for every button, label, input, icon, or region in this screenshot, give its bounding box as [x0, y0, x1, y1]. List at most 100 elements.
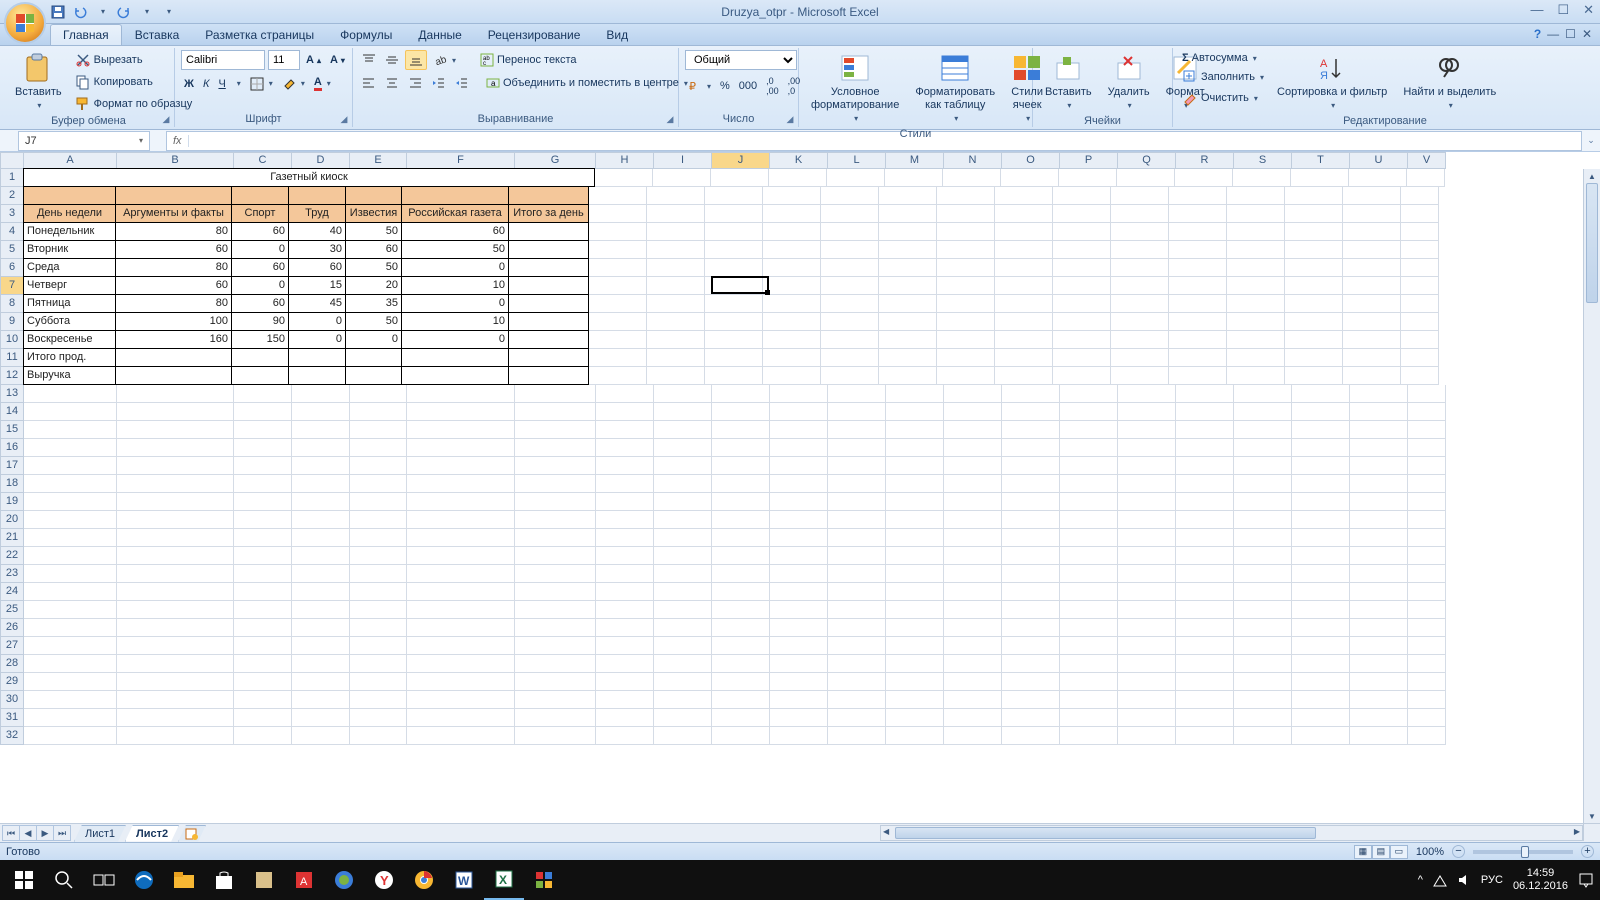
tab-Вставка[interactable]: Вставка [122, 24, 193, 45]
cell[interactable] [345, 348, 402, 367]
cell[interactable]: Воскресенье [23, 330, 116, 349]
adobe-reader-icon[interactable]: A [284, 860, 324, 900]
cell[interactable] [770, 601, 828, 619]
cell[interactable] [231, 186, 289, 205]
cell[interactable] [654, 727, 712, 745]
cell[interactable] [944, 547, 1002, 565]
row-header-18[interactable]: 18 [0, 475, 24, 493]
cell[interactable] [117, 655, 234, 673]
cell[interactable] [515, 547, 596, 565]
cell[interactable] [350, 565, 407, 583]
cell[interactable] [937, 187, 995, 205]
cell[interactable] [407, 637, 515, 655]
cell[interactable] [292, 547, 350, 565]
cell[interactable] [1408, 673, 1446, 691]
cell[interactable] [1002, 403, 1060, 421]
vscroll-thumb[interactable] [1586, 183, 1598, 303]
cell[interactable] [770, 637, 828, 655]
cell[interactable]: 10 [401, 276, 509, 295]
cell[interactable] [828, 493, 886, 511]
cell[interactable] [1118, 457, 1176, 475]
cell[interactable] [1176, 637, 1234, 655]
cell[interactable] [234, 511, 292, 529]
cell[interactable] [712, 709, 770, 727]
cell[interactable] [231, 348, 289, 367]
cell[interactable]: День недели [23, 204, 116, 223]
cell[interactable] [1292, 529, 1350, 547]
col-header-S[interactable]: S [1234, 152, 1292, 169]
cell[interactable] [115, 366, 232, 385]
font-color-button[interactable]: A [311, 74, 334, 93]
cell[interactable] [770, 691, 828, 709]
cell[interactable] [937, 349, 995, 367]
cell[interactable] [705, 241, 763, 259]
horizontal-scrollbar[interactable]: ◀ ▶ [880, 825, 1583, 841]
tray-clock[interactable]: 14:59 06.12.2016 [1513, 867, 1568, 893]
col-header-M[interactable]: M [886, 152, 944, 169]
cell[interactable] [1176, 655, 1234, 673]
store-icon[interactable] [204, 860, 244, 900]
col-header-A[interactable]: A [24, 152, 117, 169]
cell[interactable] [943, 169, 1001, 187]
cell[interactable] [1292, 493, 1350, 511]
italic-button[interactable]: К [200, 76, 212, 92]
new-sheet-button[interactable] [178, 825, 206, 842]
cell[interactable] [350, 403, 407, 421]
cell[interactable] [1285, 331, 1343, 349]
tray-language[interactable]: РУС [1481, 874, 1503, 886]
cell[interactable] [1118, 439, 1176, 457]
cell[interactable] [407, 457, 515, 475]
cell[interactable] [24, 475, 117, 493]
cell[interactable]: 0 [288, 312, 346, 331]
cell[interactable] [1343, 367, 1401, 385]
cell[interactable] [1234, 601, 1292, 619]
cell[interactable] [292, 583, 350, 601]
cell[interactable] [827, 169, 885, 187]
cell[interactable] [292, 529, 350, 547]
cell[interactable] [944, 637, 1002, 655]
cell[interactable] [1343, 331, 1401, 349]
cell[interactable] [1118, 529, 1176, 547]
cell[interactable]: Среда [23, 258, 116, 277]
clear-button[interactable]: Очистить [1179, 88, 1267, 108]
cell[interactable]: 80 [115, 222, 232, 241]
file-explorer-icon[interactable] [164, 860, 204, 900]
sheet-nav-first[interactable]: ⏮ [2, 825, 20, 841]
cell[interactable] [1408, 385, 1446, 403]
cell[interactable]: Вторник [23, 240, 116, 259]
cell[interactable]: 100 [115, 312, 232, 331]
close-button[interactable]: ✕ [1583, 2, 1594, 18]
cell[interactable] [115, 348, 232, 367]
cell[interactable] [1169, 277, 1227, 295]
cell[interactable] [1343, 277, 1401, 295]
cell[interactable]: 60 [115, 240, 232, 259]
cell[interactable] [1227, 241, 1285, 259]
cell[interactable] [995, 331, 1053, 349]
cell[interactable] [886, 691, 944, 709]
cell[interactable] [1350, 727, 1408, 745]
app-icon-2[interactable] [324, 860, 364, 900]
cell[interactable] [24, 403, 117, 421]
col-header-J[interactable]: J [712, 152, 770, 169]
cell[interactable] [654, 421, 712, 439]
cell[interactable] [1002, 385, 1060, 403]
cell[interactable]: 0 [345, 330, 402, 349]
cell[interactable] [1292, 511, 1350, 529]
cell[interactable] [407, 475, 515, 493]
cell[interactable] [712, 691, 770, 709]
cell[interactable] [234, 655, 292, 673]
cell[interactable] [1350, 673, 1408, 691]
cell[interactable] [705, 223, 763, 241]
cell[interactable] [407, 619, 515, 637]
cell[interactable] [407, 385, 515, 403]
tab-Формулы[interactable]: Формулы [327, 24, 405, 45]
redo-icon[interactable] [116, 4, 132, 20]
cell[interactable] [1227, 277, 1285, 295]
cell[interactable] [292, 619, 350, 637]
cell[interactable] [763, 331, 821, 349]
cell[interactable] [886, 637, 944, 655]
row-header-9[interactable]: 9 [0, 313, 24, 331]
cell[interactable] [234, 529, 292, 547]
cell[interactable] [1060, 637, 1118, 655]
cell[interactable] [1285, 259, 1343, 277]
